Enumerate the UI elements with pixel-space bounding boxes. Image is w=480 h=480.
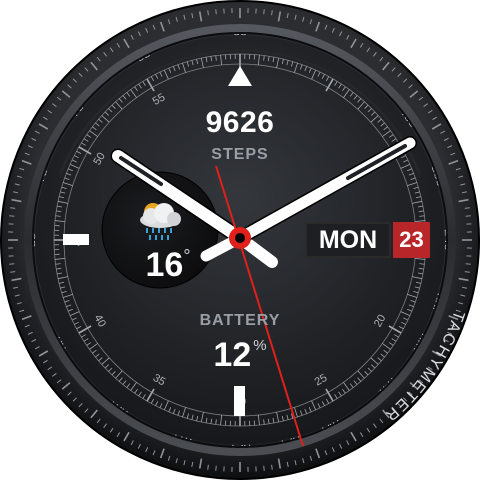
battery-label: BATTERY	[199, 312, 281, 329]
steps-value: 9626	[205, 106, 275, 139]
hour-marker-9	[63, 234, 89, 245]
battery-value: 12%	[213, 336, 267, 374]
hour-marker-6	[234, 386, 245, 416]
steps-label: STEPS	[211, 146, 269, 163]
temperature-value: 16°	[145, 245, 191, 284]
day-of-week: MON	[305, 222, 391, 258]
date-number: 23	[393, 222, 430, 258]
